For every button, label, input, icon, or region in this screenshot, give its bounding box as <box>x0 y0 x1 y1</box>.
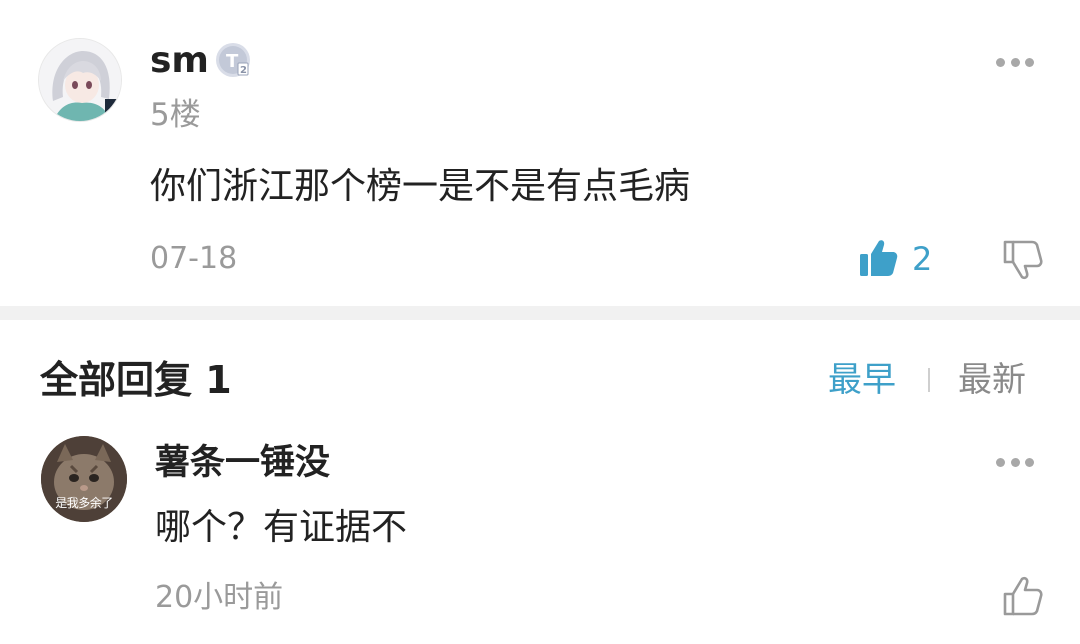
replies-title: 全部回复 1 <box>40 358 232 402</box>
post-more-icon[interactable] <box>996 56 1034 68</box>
post-date: 07-18 <box>150 241 238 276</box>
like-count: 2 <box>912 240 933 278</box>
reply-time: 20小时前 <box>155 580 284 615</box>
post-author-avatar[interactable] <box>38 38 122 122</box>
reply-author-avatar[interactable]: 是我多余了 <box>41 436 127 522</box>
thumbs-down-icon[interactable] <box>1002 238 1044 280</box>
sort-newest-tab[interactable]: 最新 <box>958 358 1026 402</box>
thumbs-up-icon[interactable] <box>1002 576 1044 618</box>
section-divider <box>0 306 1080 320</box>
thumbs-up-icon[interactable] <box>858 238 898 278</box>
sort-separator <box>928 368 930 392</box>
post-content: 你们浙江那个榜一是不是有点毛病 <box>150 166 691 207</box>
post-username[interactable]: sm <box>150 38 209 84</box>
reply-more-icon[interactable] <box>996 456 1034 468</box>
reply-content: 哪个？有证据不 <box>155 507 408 548</box>
floor-number: 5楼 <box>150 97 201 133</box>
avatar-illustration <box>39 39 121 121</box>
svg-text:2: 2 <box>240 65 247 76</box>
svg-text:T: T <box>226 51 239 72</box>
reply-username[interactable]: 薯条一锤没 <box>155 440 330 486</box>
avatar-caption: 是我多余了 <box>55 496 113 510</box>
sort-earliest-tab[interactable]: 最早 <box>828 358 896 402</box>
level-badge-icon: T 2 <box>214 41 252 79</box>
